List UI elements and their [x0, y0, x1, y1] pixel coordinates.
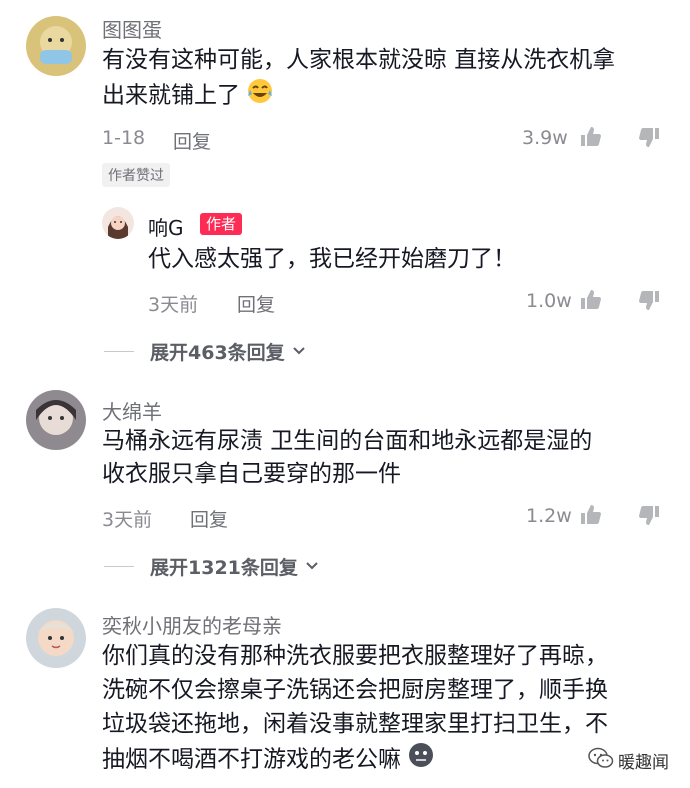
- like-count: 1.0w: [526, 290, 572, 312]
- expand-replies-label: 展开463条回复: [150, 342, 285, 364]
- watermark: 暖趣闻: [588, 747, 669, 774]
- reply-username[interactable]: 响G: [148, 212, 184, 241]
- expand-replies-label: 展开1321条回复: [150, 557, 298, 579]
- like-count: 3.9w: [522, 127, 568, 149]
- thumbs-up-icon[interactable]: [578, 125, 602, 149]
- comment-text-line: 收衣服只拿自己要穿的那一件: [102, 461, 401, 487]
- comment-username[interactable]: 图图蛋: [102, 14, 162, 43]
- comment-date: 1-18: [102, 127, 146, 149]
- reply-button[interactable]: 回复: [190, 505, 228, 532]
- comment-text-line: 你们真的没有那种洗衣服要把衣服整理好了再晾，: [102, 643, 608, 669]
- chevron-down-icon: [304, 556, 320, 578]
- reply-text: 代入感太强了，我已经开始磨刀了！: [148, 246, 516, 272]
- divider-line: [104, 351, 134, 352]
- thumbs-down-icon[interactable]: [638, 125, 662, 149]
- comment-text-line: 洗碗不仅会擦桌子洗锅还会把厨房整理了，顺手换: [102, 677, 608, 703]
- thumbs-down-icon[interactable]: [638, 503, 662, 527]
- reply-avatar[interactable]: [102, 207, 134, 239]
- comment-text-line-content: 抽烟不喝酒不打游戏的老公嘛: [102, 746, 401, 773]
- author-badge: 作者: [200, 213, 243, 235]
- thumbs-up-icon[interactable]: [578, 288, 602, 312]
- author-liked-badge: 作者赞过: [102, 163, 170, 187]
- comment-username[interactable]: 奕秋小朋友的老母亲: [102, 610, 282, 639]
- avatar[interactable]: [26, 608, 86, 668]
- avatar[interactable]: [26, 390, 86, 450]
- thumbs-down-icon[interactable]: [638, 288, 662, 312]
- avatar[interactable]: [26, 16, 86, 76]
- divider-line: [104, 566, 134, 567]
- comment-date: 3天前: [102, 509, 153, 531]
- reply-date: 3天前: [148, 294, 199, 316]
- comment-text-line-content: 出来就铺上了: [102, 82, 240, 109]
- like-count: 1.2w: [526, 505, 572, 527]
- comment-text-line: 抽烟不喝酒不打游戏的老公嘛: [102, 742, 434, 778]
- comment-text-line: 垃圾袋还拖地，闲着没事就整理家里打扫卫生，不: [102, 711, 608, 737]
- reply-button[interactable]: 回复: [173, 127, 211, 154]
- comment-text-line: 马桶永远有尿渍 卫生间的台面和地永远都是湿的: [102, 428, 593, 454]
- comment-text-line: 出来就铺上了: [102, 78, 273, 114]
- expand-replies-button[interactable]: 展开463条回复: [104, 338, 307, 365]
- laughing-crying-emoji: [247, 78, 273, 114]
- thumbs-up-icon[interactable]: [578, 503, 602, 527]
- comment-text-line: 有没有这种可能，人家根本就没晾 直接从洗衣机拿: [102, 47, 616, 73]
- reply-button[interactable]: 回复: [237, 290, 275, 317]
- chevron-down-icon: [291, 341, 307, 363]
- wechat-icon: [588, 747, 614, 774]
- expand-replies-button[interactable]: 展开1321条回复: [104, 553, 320, 580]
- watermark-text: 暖趣闻: [618, 753, 669, 773]
- dark-face-emoji: [408, 742, 434, 778]
- comment-username[interactable]: 大绵羊: [102, 396, 162, 425]
